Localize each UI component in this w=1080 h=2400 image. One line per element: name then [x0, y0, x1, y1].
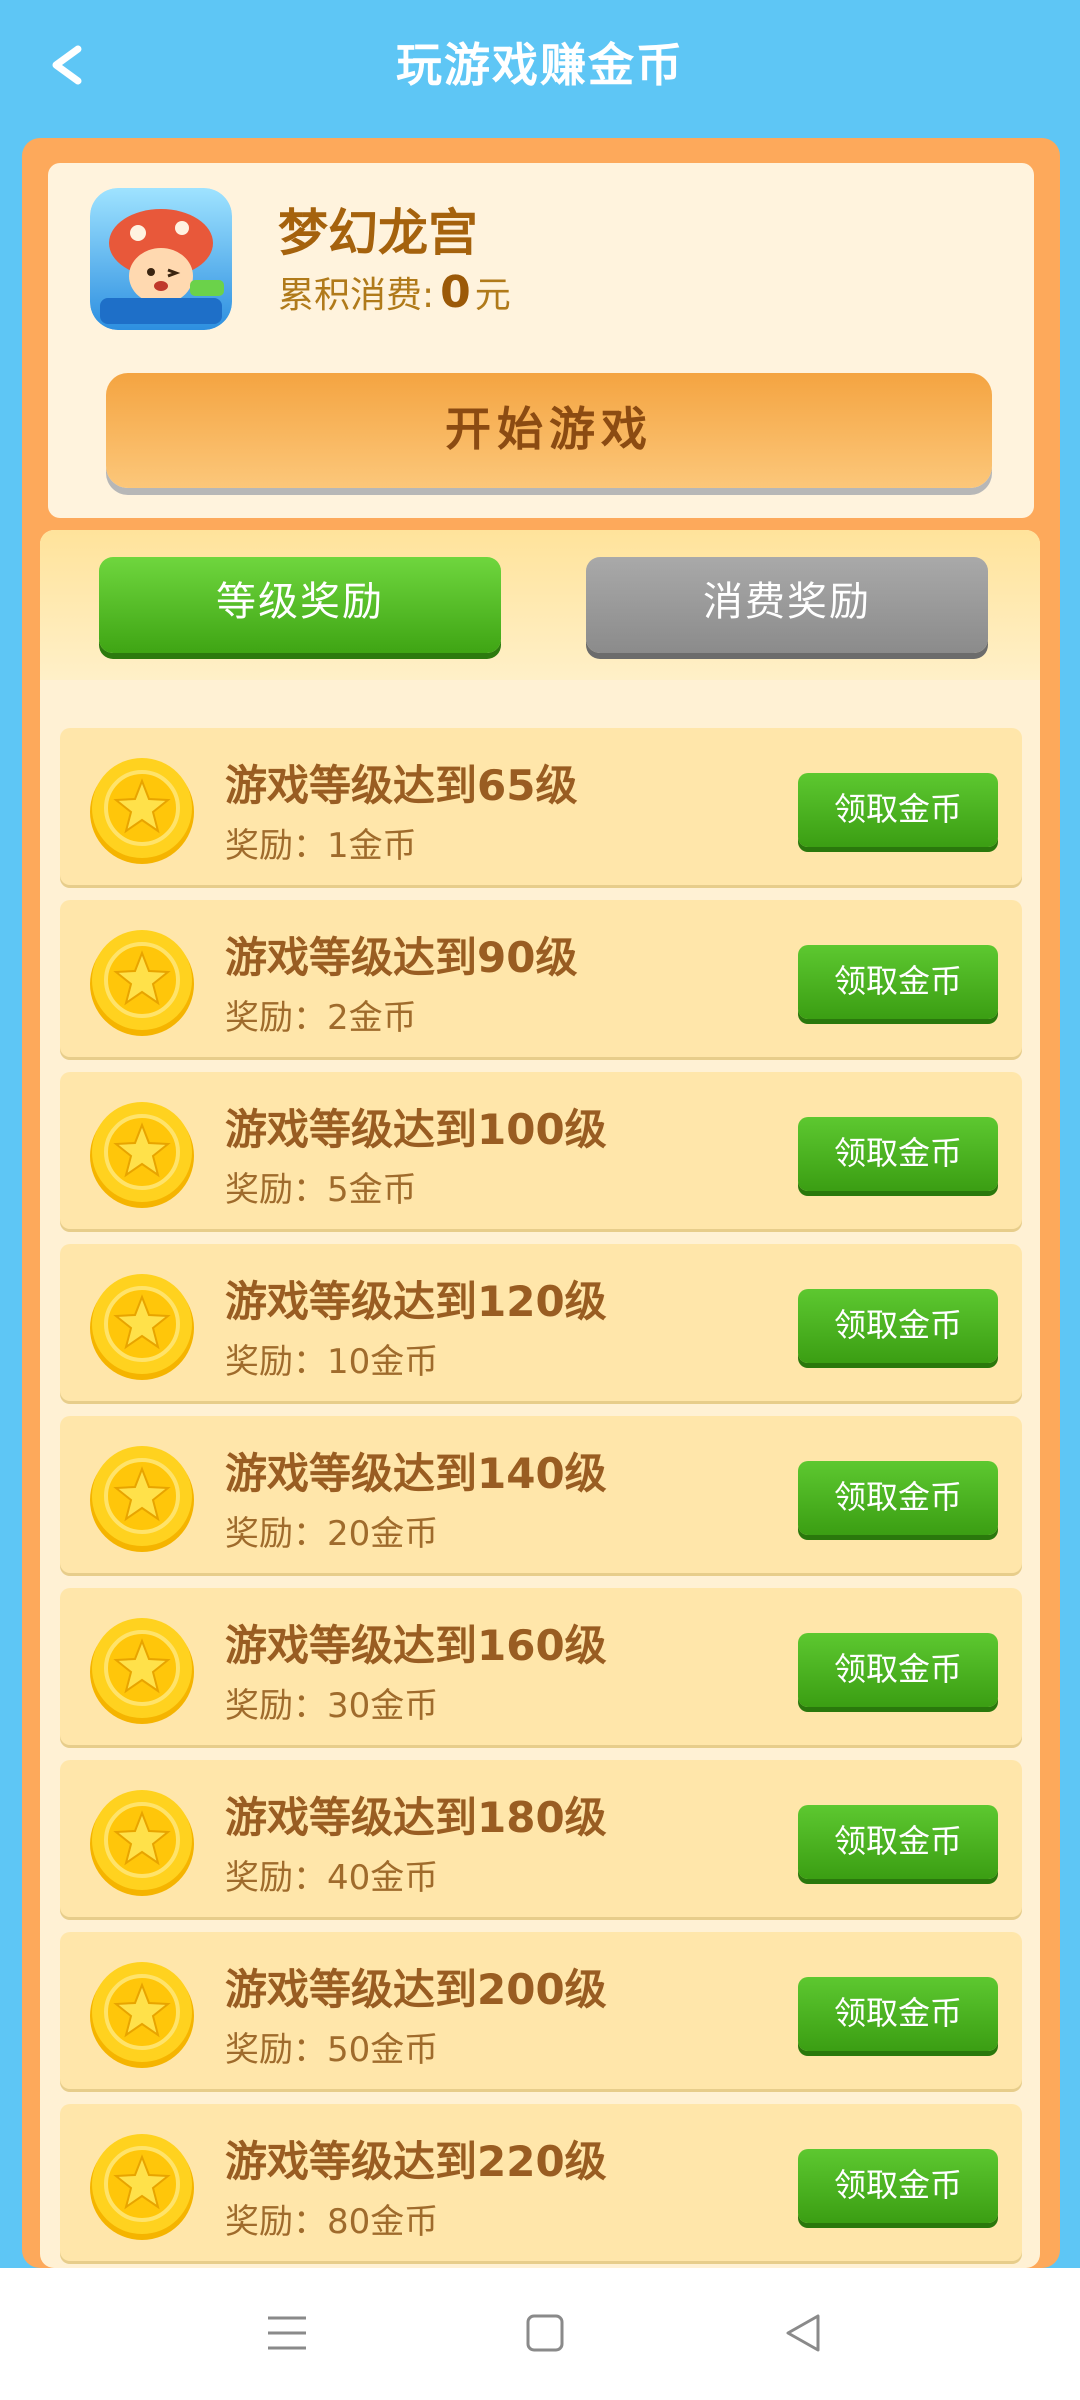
back-triangle-icon[interactable] [778, 2308, 828, 2358]
game-card: 梦幻龙宫 累积消费: 0 元 开始游戏 [48, 163, 1034, 518]
reward-row: 游戏等级达到180级 奖励：40金币 领取金币 [60, 1760, 1022, 1917]
gold-coin-icon [87, 2131, 197, 2241]
gold-coin-icon [87, 1787, 197, 1897]
reward-panel: 等级奖励 消费奖励 游戏等级达到65级 奖励：1金币 领取金币 游戏等级达到90… [40, 530, 1040, 2268]
reward-condition: 游戏等级达到220级 [225, 2137, 607, 2186]
reward-tabs: 等级奖励 消费奖励 [40, 530, 1040, 680]
reward-amount: 奖励：2金币 [225, 998, 417, 1038]
menu-icon[interactable] [262, 2308, 312, 2358]
reward-row: 游戏等级达到200级 奖励：50金币 领取金币 [60, 1932, 1022, 2089]
claim-coins-button[interactable]: 领取金币 [798, 1805, 998, 1879]
claim-coins-button[interactable]: 领取金币 [798, 2149, 998, 2223]
claim-coins-button[interactable]: 领取金币 [798, 1461, 998, 1535]
reward-condition: 游戏等级达到90级 [225, 933, 578, 982]
gold-coin-icon [87, 1615, 197, 1725]
game-app-icon[interactable] [90, 188, 232, 330]
reward-condition: 游戏等级达到100级 [225, 1105, 607, 1154]
claim-coins-button[interactable]: 领取金币 [798, 773, 998, 847]
reward-condition: 游戏等级达到120级 [225, 1277, 607, 1326]
reward-row: 游戏等级达到65级 奖励：1金币 领取金币 [60, 728, 1022, 885]
reward-row: 游戏等级达到220级 奖励：80金币 领取金币 [60, 2104, 1022, 2261]
spend-summary: 累积消费: 0 元 [278, 266, 511, 318]
reward-amount: 奖励：50金币 [225, 2030, 439, 2070]
reward-amount: 奖励：80金币 [225, 2202, 439, 2242]
claim-coins-button[interactable]: 领取金币 [798, 945, 998, 1019]
reward-condition: 游戏等级达到65级 [225, 761, 578, 810]
reward-row: 游戏等级达到140级 奖励：20金币 领取金币 [60, 1416, 1022, 1573]
gold-coin-icon [87, 1443, 197, 1553]
claim-coins-button[interactable]: 领取金币 [798, 1633, 998, 1707]
reward-condition: 游戏等级达到180级 [225, 1793, 607, 1842]
reward-amount: 奖励：5金币 [225, 1170, 417, 1210]
tab-level-reward[interactable]: 等级奖励 [99, 557, 501, 653]
top-bar: 玩游戏赚金币 [0, 0, 1080, 130]
reward-row: 游戏等级达到90级 奖励：2金币 领取金币 [60, 900, 1022, 1057]
gold-coin-icon [87, 755, 197, 865]
spend-amount: 0 [440, 267, 471, 318]
start-game-button[interactable]: 开始游戏 [106, 373, 992, 488]
reward-condition: 游戏等级达到140级 [225, 1449, 607, 1498]
reward-row: 游戏等级达到120级 奖励：10金币 领取金币 [60, 1244, 1022, 1401]
home-square-icon[interactable] [520, 2308, 570, 2358]
gold-coin-icon [87, 1271, 197, 1381]
reward-amount: 奖励：10金币 [225, 1342, 439, 1382]
game-name: 梦幻龙宫 [278, 204, 478, 262]
reward-amount: 奖励：20金币 [225, 1514, 439, 1554]
tab-spend-reward[interactable]: 消费奖励 [586, 557, 988, 653]
gold-coin-icon [87, 1959, 197, 2069]
reward-condition: 游戏等级达到160级 [225, 1621, 607, 1670]
gold-coin-icon [87, 1099, 197, 1209]
claim-coins-button[interactable]: 领取金币 [798, 1977, 998, 2051]
reward-row: 游戏等级达到100级 奖励：5金币 领取金币 [60, 1072, 1022, 1229]
spend-unit: 元 [474, 275, 511, 316]
system-nav-bar [0, 2268, 1080, 2400]
reward-amount: 奖励：40金币 [225, 1858, 439, 1898]
claim-coins-button[interactable]: 领取金币 [798, 1289, 998, 1363]
reward-amount: 奖励：30金币 [225, 1686, 439, 1726]
page-title: 玩游戏赚金币 [396, 38, 684, 92]
gold-coin-icon [87, 927, 197, 1037]
claim-coins-button[interactable]: 领取金币 [798, 1117, 998, 1191]
spend-label: 累积消费: [278, 275, 435, 316]
reward-condition: 游戏等级达到200级 [225, 1965, 607, 2014]
reward-list: 游戏等级达到65级 奖励：1金币 领取金币 游戏等级达到90级 奖励：2金币 领… [60, 728, 1022, 2268]
reward-amount: 奖励：1金币 [225, 826, 417, 866]
reward-row: 游戏等级达到160级 奖励：30金币 领取金币 [60, 1588, 1022, 1745]
